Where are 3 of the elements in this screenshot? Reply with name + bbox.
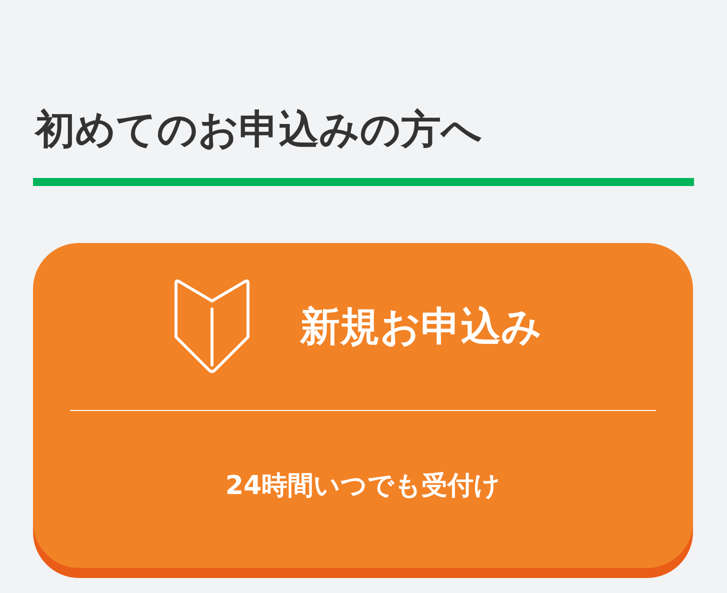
new-application-button[interactable]: 新規お申込み 24時間いつでも受付け [33,243,693,568]
beginner-mark-icon [174,278,250,374]
section-heading: 初めてのお申込みの方へ [33,106,483,155]
